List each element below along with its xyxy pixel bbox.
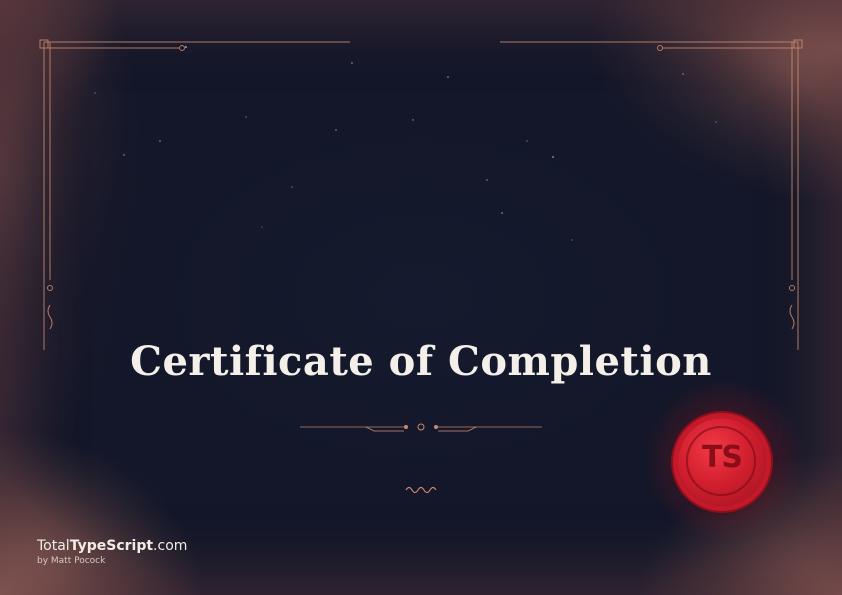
wax-seal: TS (668, 412, 776, 512)
brand-suffix: .com (153, 538, 188, 554)
brand-logo: TotalTypeScript.com (37, 538, 187, 554)
ornamental-divider (300, 423, 542, 432)
squiggle-ornament (405, 486, 437, 494)
stars (94, 46, 717, 241)
certificate-title: Certificate of Completion (130, 338, 712, 385)
seal-ts-logo: TS (701, 440, 743, 475)
wax-seal-body: TS (678, 418, 766, 506)
brand-byline: by Matt Pocock (37, 556, 106, 566)
brand-prefix: Total (37, 538, 70, 554)
brand-bold: TypeScript (69, 538, 154, 554)
certificate-page: Certificate of Completion TS TotalTypeSc… (0, 0, 842, 595)
